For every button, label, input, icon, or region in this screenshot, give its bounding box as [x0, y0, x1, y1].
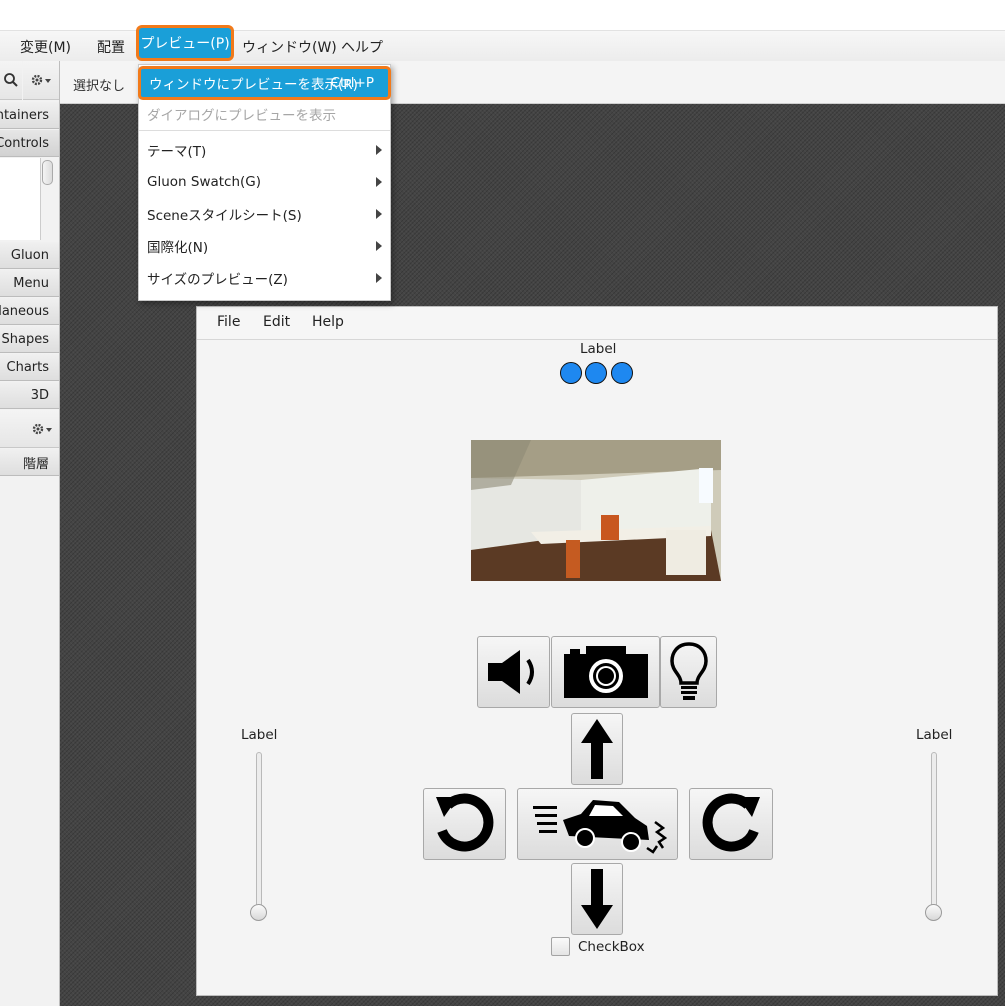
menu-window[interactable]: ウィンドウ(W)	[242, 37, 337, 57]
menu-item-show-preview-in-window[interactable]: ウィンドウにプレビューを表示(R) Ctrl+P	[141, 69, 388, 97]
section-charts[interactable]: Charts	[0, 354, 59, 381]
submenu-arrow-icon	[376, 145, 382, 155]
menu-item-size-preview[interactable]: サイズのプレビュー(Z)	[139, 263, 390, 293]
menu-item-theme[interactable]: テーマ(T)	[139, 135, 390, 165]
section-miscellaneous[interactable]: ellaneous	[0, 298, 59, 325]
submenu-arrow-icon	[376, 273, 382, 283]
right-slider-label: Label	[916, 727, 953, 743]
section-menu[interactable]: Menu	[0, 270, 59, 297]
arrow-down-button[interactable]	[571, 863, 623, 935]
preview-window: File Edit Help Label Label Label CheckBo…	[196, 306, 998, 996]
left-slider-thumb[interactable]	[250, 904, 267, 921]
search-icon	[4, 73, 18, 87]
section-hierarchy[interactable]: 階層	[0, 449, 59, 476]
menu-item-gluon-swatch[interactable]: Gluon Swatch(G)	[139, 167, 390, 197]
right-slider-track[interactable]	[931, 752, 937, 918]
gear-icon	[32, 423, 52, 434]
preview-menu-edit[interactable]: Edit	[263, 314, 290, 330]
menu-item-show-preview-in-dialog: ダイアログにプレビューを表示	[147, 108, 336, 124]
speaker-icon	[487, 650, 534, 694]
section-3d[interactable]: 3D	[0, 382, 59, 409]
indicator-circle	[560, 362, 582, 384]
camera-button[interactable]	[551, 636, 660, 708]
controls-list	[0, 158, 41, 240]
submenu-arrow-icon	[376, 209, 382, 219]
section-shapes[interactable]: Shapes	[0, 326, 59, 353]
section-gluon[interactable]: Gluon	[0, 242, 59, 269]
arrow-down-icon	[581, 869, 613, 929]
rotate-right-button[interactable]	[689, 788, 773, 860]
speaker-button[interactable]	[477, 636, 550, 708]
library-panel: ontainers Controls Gluon Menu ellaneous …	[0, 61, 60, 1006]
menu-help[interactable]: ヘルプ	[341, 37, 383, 57]
preview-menu-file[interactable]: File	[217, 314, 240, 330]
lightbulb-button[interactable]	[660, 636, 717, 708]
indicator-circle	[585, 362, 607, 384]
checkbox-label[interactable]: CheckBox	[578, 939, 645, 955]
room-photo	[471, 440, 721, 581]
rotate-right-icon	[702, 793, 760, 852]
menu-separator	[139, 130, 390, 131]
submenu-arrow-icon	[376, 177, 382, 187]
car-crash-button[interactable]	[517, 788, 678, 860]
search-button[interactable]	[0, 61, 22, 100]
arrow-up-button[interactable]	[571, 713, 623, 785]
checkbox[interactable]	[551, 937, 570, 956]
hierarchy-settings-button[interactable]	[0, 410, 59, 448]
top-label: Label	[580, 341, 617, 357]
left-slider-label: Label	[241, 727, 278, 743]
gear-icon	[31, 74, 51, 86]
left-slider-track[interactable]	[256, 752, 262, 918]
camera-icon	[563, 646, 648, 698]
car-crash-icon	[532, 800, 667, 854]
menu-item-scene-stylesheet[interactable]: Sceneスタイルシート(S)	[139, 199, 390, 229]
right-slider-thumb[interactable]	[925, 904, 942, 921]
menu-item-internationalization[interactable]: 国際化(N)	[139, 231, 390, 261]
section-containers[interactable]: ontainers	[0, 102, 59, 129]
preview-menu-help[interactable]: Help	[312, 314, 344, 330]
indicator-circle	[611, 362, 633, 384]
menu-preview[interactable]: プレビュー(P)	[139, 28, 231, 58]
arrow-up-icon	[581, 719, 613, 779]
submenu-arrow-icon	[376, 241, 382, 251]
rotate-left-icon	[435, 793, 493, 852]
library-settings-button[interactable]	[23, 61, 59, 100]
selection-status: 選択なし	[73, 79, 126, 94]
preview-dropdown-menu: ウィンドウにプレビューを表示(R) Ctrl+P ダイアログにプレビューを表示 …	[138, 64, 391, 301]
section-controls[interactable]: Controls	[0, 130, 59, 157]
lightbulb-icon	[669, 642, 708, 700]
shortcut-label: Ctrl+P	[330, 75, 374, 91]
preview-menu-bar: File Edit Help	[197, 307, 997, 340]
menu-arrange[interactable]: 配置	[97, 37, 125, 57]
menu-modify[interactable]: 変更(M)	[20, 37, 71, 57]
rotate-left-button[interactable]	[423, 788, 506, 860]
scrollbar-thumb[interactable]	[42, 160, 53, 185]
